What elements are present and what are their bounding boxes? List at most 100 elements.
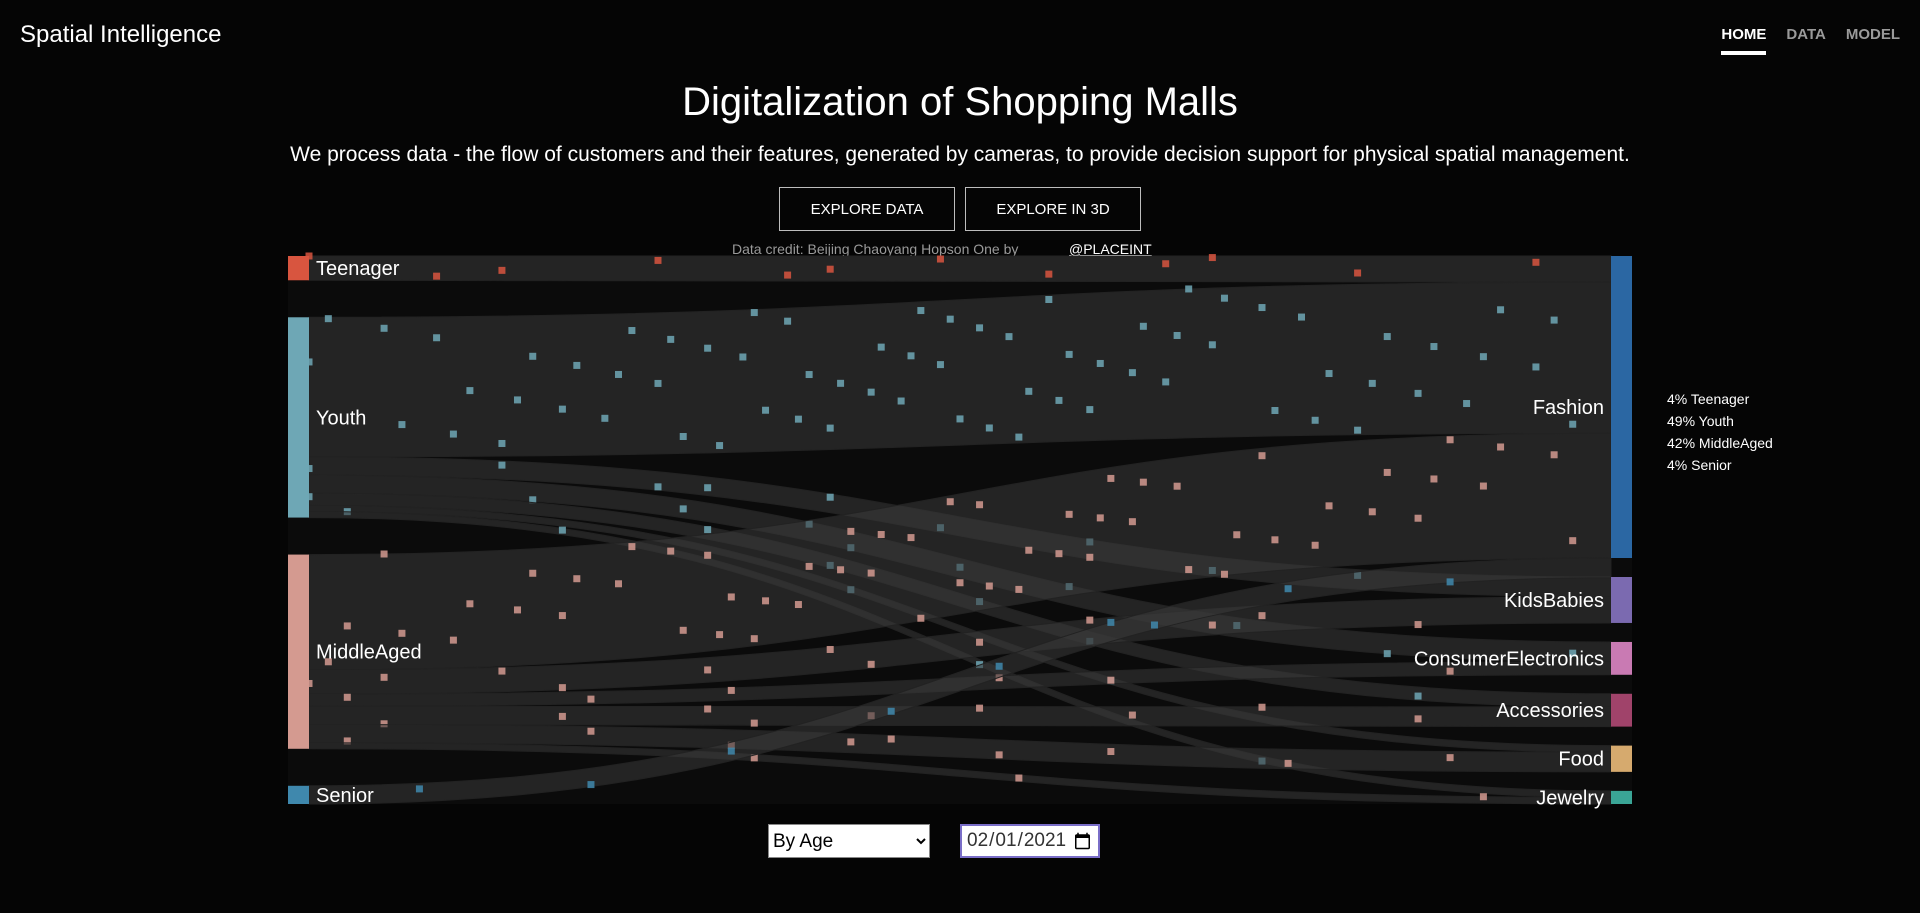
flow-particle [654,483,662,491]
flow-particle [1414,692,1422,700]
flow-particle [1015,433,1023,441]
target-node-fashion[interactable] [1611,256,1632,558]
legend-item-senior: 4% Senior [1667,457,1732,473]
flow-particle [498,461,506,469]
flow-particle [704,344,712,352]
target-node-kidsbabies[interactable] [1611,577,1632,623]
flow-particle [1096,514,1104,522]
source-node-teenager[interactable] [288,256,309,281]
source-node-youth[interactable] [288,317,309,518]
group-by-select[interactable]: By Age [768,824,930,858]
flow-particle [1479,482,1487,490]
flow-particle [1258,612,1266,620]
flow-particle [976,638,984,646]
flow-particle [433,272,441,280]
flow-particle [1086,406,1094,414]
flow-particle [558,712,566,720]
flow-particle [976,501,984,509]
target-node-food[interactable] [1611,745,1632,772]
flow-particle [1005,333,1013,341]
flow-particle [1383,468,1391,476]
flow-particle [847,738,855,746]
flow-particle [498,667,506,675]
flow-particle [1208,254,1216,262]
flow-particle [936,361,944,369]
flow-particle [1107,748,1115,756]
flow-particle [976,704,984,712]
target-label-kidsbabies: KidsBabies [1504,590,1604,612]
flow-particle [398,421,406,429]
flow-particle [558,526,566,534]
target-node-accessories[interactable] [1611,693,1632,727]
flow-particle [877,343,885,351]
flow-particle [1569,420,1577,428]
flow-particle [794,415,802,423]
flow-particle [1150,621,1158,629]
flow-particle [614,370,622,378]
flow-particle [826,265,834,273]
flow-particle [1107,676,1115,684]
flow-particle [1383,333,1391,341]
page: Spatial Intelligence HOME DATA MODEL Dig… [0,0,1920,913]
flow-particle [1173,482,1181,490]
flow-particle [1025,387,1033,395]
flow-particle [1550,451,1558,459]
flow-particle [704,705,712,713]
age-share-legend: 4% Teenager 49% Youth 42% MiddleAged 4% … [1667,388,1773,476]
flow-particle [1086,553,1094,561]
flow-particle [887,707,895,715]
flow-particle [805,371,813,379]
flow-particle [1284,585,1292,593]
flow-particle [498,439,506,447]
flow-particle [1025,546,1033,554]
flow-particle [1015,585,1023,593]
flow-particle [976,324,984,332]
flow-particle [1497,306,1505,314]
flow-particle [1096,359,1104,367]
flow-particle [750,309,758,317]
flow-particle [573,575,581,583]
flow-particle [750,719,758,727]
flow-particle [1354,269,1362,277]
flow-particle [667,547,675,555]
flow-particle [380,324,388,332]
flow-particle [956,415,964,423]
flow-particle [1139,322,1147,330]
flow-particle [1258,304,1266,312]
flow-particle [558,684,566,692]
flow-particle [1284,759,1292,767]
flow-particle [558,405,566,413]
flow-particle [985,424,993,432]
flow-particle [667,335,675,343]
flow-particle [887,735,895,743]
flow-particle [739,353,747,361]
flow-particle [936,255,944,263]
flow-particle [614,580,622,588]
flow-particle [1107,474,1115,482]
target-node-jewelry[interactable] [1611,790,1632,804]
date-input[interactable] [960,824,1100,858]
source-node-senior[interactable] [288,785,309,804]
flow-particle [466,600,474,608]
legend-item-teenager: 4% Teenager [1667,391,1750,407]
flow-particle [956,579,964,587]
flow-particle [1208,341,1216,349]
flow-particle [1463,400,1471,408]
flow-particle [794,601,802,609]
flow-particle [1015,774,1023,782]
flow-particle [805,562,813,570]
flow-particle [1271,406,1279,414]
source-node-middleaged[interactable] [288,554,309,749]
legend-item-middleaged: 42% MiddleAged [1667,435,1773,451]
target-label-accessories: Accessories [1496,700,1604,722]
flow-particle [398,629,406,637]
flow-particle [1208,621,1216,629]
target-node-consumerelectronics[interactable] [1611,641,1632,675]
flow-particle [716,442,724,450]
flow-particle [704,484,712,492]
flow-particle [704,551,712,559]
flow-particle [601,414,609,422]
flow-particle [897,397,905,405]
flow-particle [1128,369,1136,377]
flow-particle [1162,260,1170,268]
